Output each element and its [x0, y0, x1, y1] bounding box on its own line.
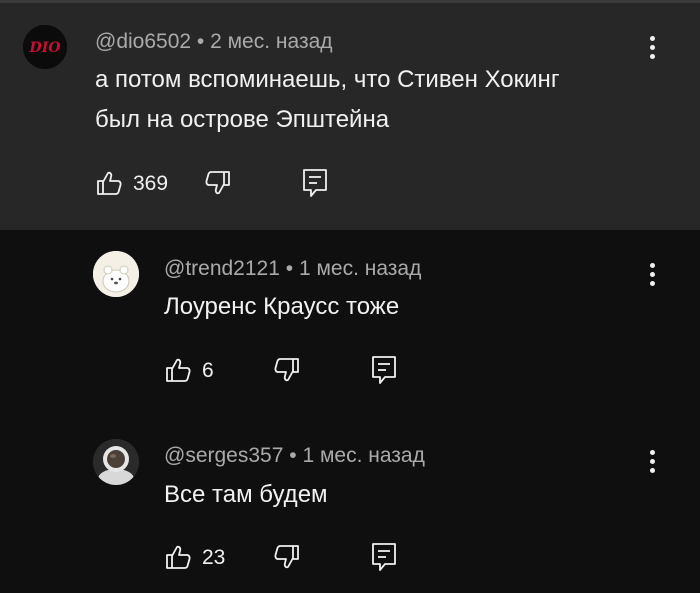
more-options-button[interactable] [642, 450, 662, 478]
like-count: 369 [133, 172, 169, 195]
reply-author[interactable]: @trend2121 [164, 257, 280, 280]
reply-meta: @serges357 • 1 мес. назад [164, 444, 425, 468]
thumbs-up-icon[interactable] [95, 169, 123, 197]
reply-icon[interactable] [371, 355, 397, 385]
comment-text-line-1: а потом вспоминаешь, что Стивен Хокинг [95, 66, 560, 93]
comment-time[interactable]: 2 мес. назад [210, 30, 332, 53]
reply-time[interactable]: 1 мес. назад [299, 257, 421, 280]
avatar[interactable] [93, 251, 139, 297]
like-count: 6 [202, 359, 214, 382]
avatar[interactable] [93, 439, 139, 485]
reply-author[interactable]: @serges357 [164, 444, 283, 467]
reply-text: Все там будем [164, 481, 328, 508]
thumbs-down-icon[interactable] [273, 543, 301, 571]
meta-separator: • [196, 30, 205, 53]
reply-text: Лоуренс Краусс тоже [164, 293, 400, 320]
parent-comment: DIO @dio6502 • 2 мес. назад а потом вспо… [0, 0, 700, 230]
bear-avatar-icon [93, 251, 139, 297]
meta-separator: • [285, 257, 294, 280]
thumbs-down-icon[interactable] [273, 356, 301, 384]
avatar[interactable]: DIO [23, 25, 67, 69]
meta-separator: • [289, 444, 297, 467]
more-options-button[interactable] [642, 263, 662, 291]
reply-time[interactable]: 1 мес. назад [302, 444, 424, 467]
astronaut-avatar-icon [93, 439, 139, 485]
thumbs-up-icon[interactable] [164, 356, 192, 384]
dio-logo-icon: DIO [23, 25, 67, 69]
thumbs-up-icon[interactable] [164, 543, 192, 571]
comment-author[interactable]: @dio6502 [95, 30, 191, 53]
like-count: 23 [202, 546, 226, 569]
reply-icon[interactable] [371, 542, 397, 572]
thumbs-down-icon[interactable] [204, 169, 232, 197]
comment-text-line-2: был на острове Эпштейна [95, 106, 390, 133]
comment-meta: @dio6502 • 2 мес. назад [95, 30, 333, 54]
reply-meta: @trend2121 • 1 мес. назад [164, 257, 421, 281]
top-divider [0, 0, 700, 3]
dio-logo-text: DIO [29, 40, 62, 56]
reply-icon[interactable] [302, 168, 328, 198]
more-options-button[interactable] [642, 36, 662, 64]
